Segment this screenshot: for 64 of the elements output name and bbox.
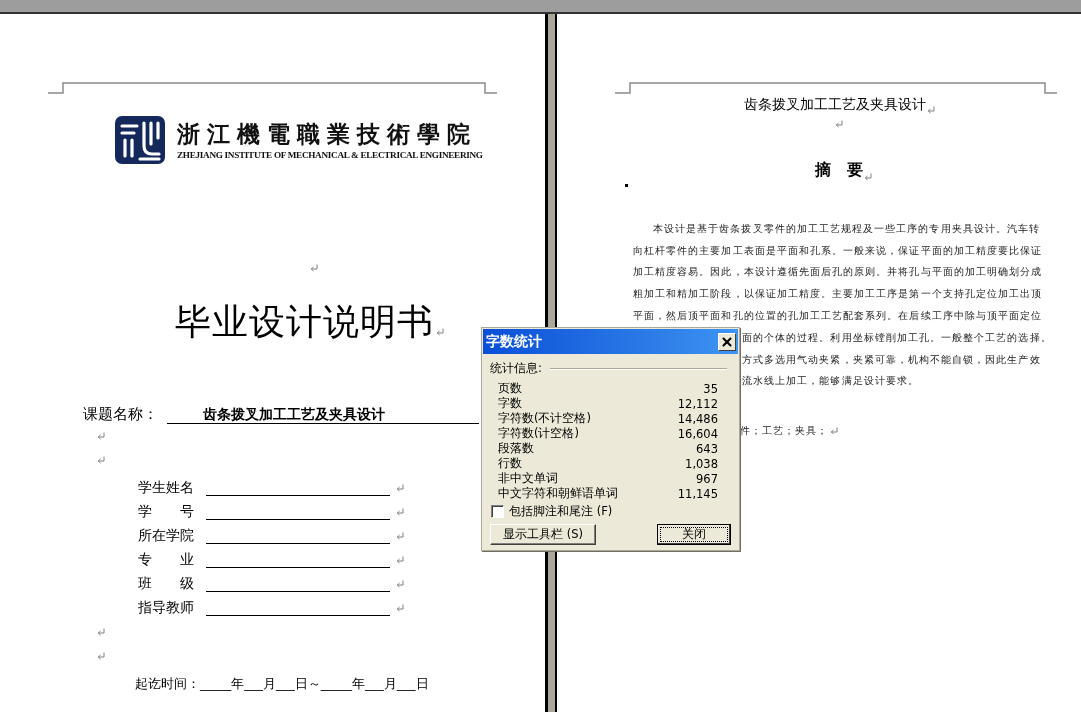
paragraph-mark-icon <box>396 484 404 492</box>
college-name: 浙江機電職業技術學院 <box>177 120 478 148</box>
paragraph-mark-icon <box>97 652 105 660</box>
stat-value: 35 <box>703 381 718 396</box>
abstract-text-line: 本设计是基于齿条拨叉零件的加工工艺规程及一些工序的专用夹具设计。汽车转 <box>653 221 1041 236</box>
stat-label: 行数 <box>498 456 522 471</box>
abstract-text-line: 流水线上加工，能够满足设计要求。 <box>742 374 919 389</box>
abstract-text-line: 粗加工和精加工阶段，以保证加工精度。主要加工工序是第一个支持孔定位加工出顶 <box>633 287 1043 302</box>
stat-label: 非中文单词 <box>498 471 558 486</box>
checkbox-label: 包括脚注和尾注 (F) <box>509 504 613 519</box>
stat-value: 16,604 <box>677 426 718 441</box>
close-icon <box>720 334 734 349</box>
form-label: 学生姓名 <box>138 479 195 497</box>
college-name-english: ZHEJIANG INSTITUTE OF MECHANICAL & ELECTRICAL ENGINEERING <box>177 150 483 160</box>
form-label: 指导教师 <box>138 599 195 617</box>
abstract-text-line: 方式多选用气动夹紧，夹紧可靠，机构不能自锁，因此生产效 <box>742 352 1041 367</box>
dialog-button[interactable]: 关闭 <box>657 524 731 545</box>
paragraph-mark-icon <box>97 628 105 636</box>
section-label: 统计信息: <box>490 361 542 376</box>
topic-label: 课题名称： <box>83 405 159 424</box>
paragraph-mark-icon <box>834 120 843 128</box>
paragraph-mark-icon <box>396 580 404 588</box>
paragraph-mark-icon <box>310 264 318 272</box>
footnote-checkbox[interactable] <box>491 505 504 518</box>
stat-value: 643 <box>696 441 718 456</box>
form-label: 所在学院 <box>138 527 195 545</box>
form-label: 班 级 <box>138 575 195 593</box>
stat-value: 967 <box>696 471 718 486</box>
stat-value: 12,112 <box>677 396 718 411</box>
paragraph-mark-icon <box>926 106 935 114</box>
form-label: 学 号 <box>138 503 195 521</box>
dialog-title: 字数统计 <box>486 332 542 351</box>
date-range-line: 起讫时间：_____年___月___日～_____年___月___日 <box>135 676 430 693</box>
paragraph-mark-icon <box>396 604 404 612</box>
dialog-button[interactable]: 显示工具栏 (S) <box>490 524 596 545</box>
abstract-text-line: 向杠杆零件的主要加工表面是平面和孔系。一般来说，保证平面的加工精度要比保证 <box>633 243 1043 258</box>
stat-value: 11,145 <box>677 486 718 501</box>
paragraph-mark-icon <box>396 556 404 564</box>
paragraph-mark-icon <box>436 328 444 336</box>
stat-label: 页数 <box>498 381 522 396</box>
form-label: 专 业 <box>138 551 195 569</box>
stat-label: 中文字符和朝鲜语单词 <box>498 486 618 501</box>
thesis-title: 齿条拨叉加工工艺及夹具设计 <box>743 96 926 114</box>
paragraph-mark-icon <box>863 173 872 181</box>
paragraph-mark-icon <box>830 427 839 436</box>
stat-value: 14,486 <box>677 411 718 426</box>
abstract-text-line: 加工精度容易。因此，本设计遵循先面后孔的原则。并将孔与平面的加工明确划分成 <box>633 265 1043 280</box>
paragraph-mark-icon <box>396 508 404 516</box>
abstract-text-line: 面的个体的过程。利用坐标镗削加工孔。一般整个工艺的选择。 <box>742 330 1052 345</box>
paragraph-mark-icon <box>396 532 404 540</box>
close-button[interactable] <box>718 332 736 351</box>
stat-label: 字数 <box>498 396 522 411</box>
abstract-heading: 摘 要 <box>814 160 863 181</box>
paragraph-mark-icon <box>97 432 105 440</box>
stat-value: 1,038 <box>685 456 718 471</box>
topic-value: 齿条拨叉加工工艺及夹具设计 <box>167 405 479 424</box>
document-title: 毕业设计说明书 <box>175 300 434 344</box>
abstract-text-line: 平面，然后顶平面和孔的位置的孔加工工艺配套系列。在后续工序中除与顶平面定位 <box>633 309 1043 324</box>
stat-label: 字符数(不计空格) <box>498 411 591 426</box>
paragraph-mark-icon <box>97 456 105 464</box>
stat-label: 字符数(计空格) <box>498 426 579 441</box>
stat-label: 段落数 <box>498 441 534 456</box>
college-emblem-icon <box>115 116 165 164</box>
bullet-mark <box>625 184 628 187</box>
